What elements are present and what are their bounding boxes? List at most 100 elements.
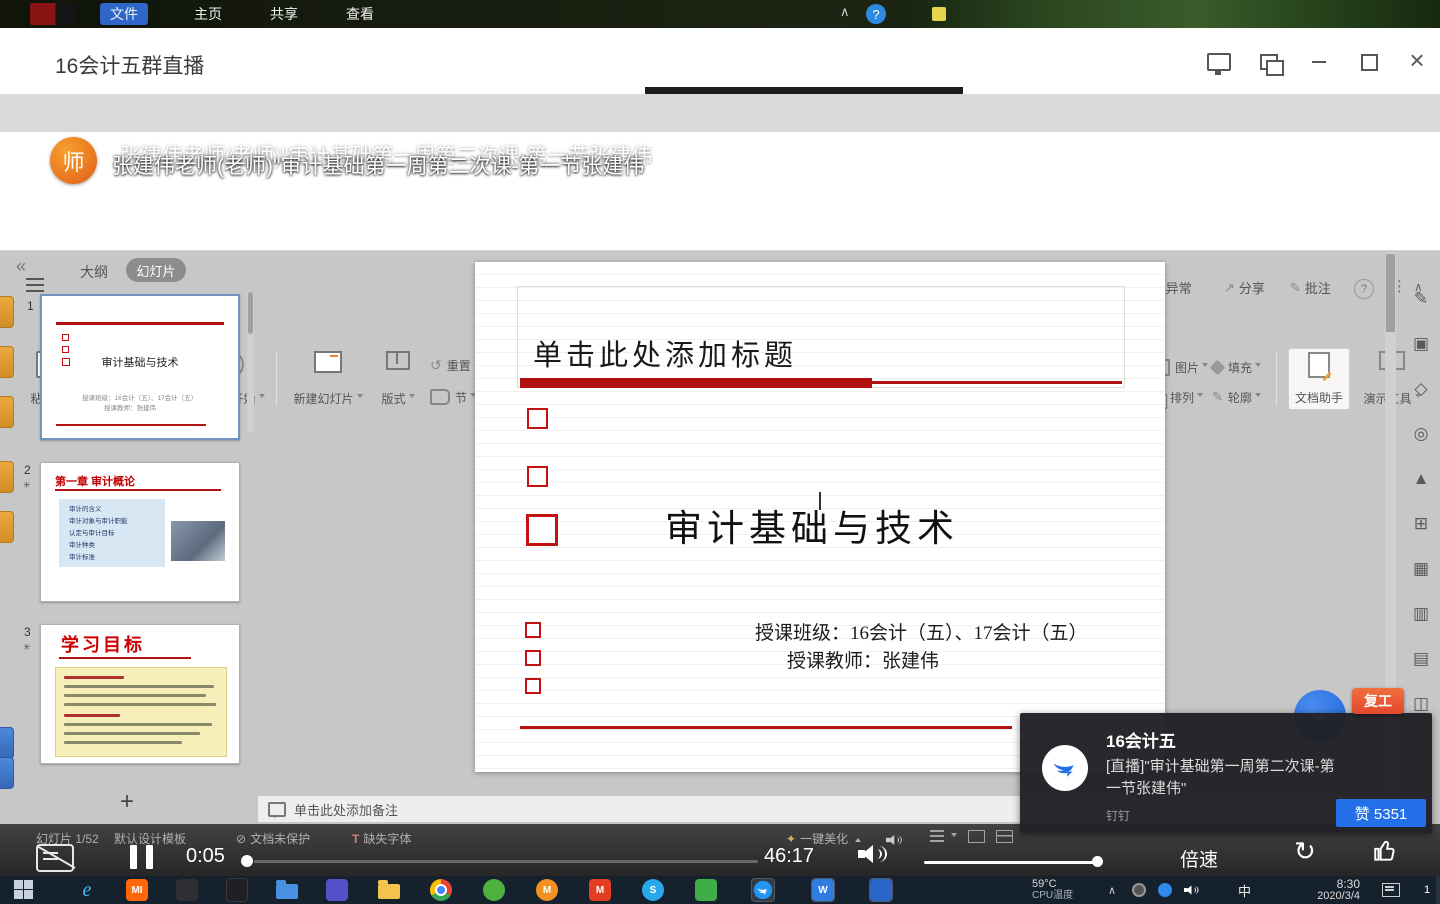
tray-icon[interactable] <box>1158 876 1172 904</box>
taskbar-app-icon[interactable] <box>483 879 505 901</box>
minimize-button[interactable] <box>1305 48 1333 76</box>
subtitle-toggle-icon[interactable] <box>36 844 74 872</box>
slide-thumbnail-1[interactable]: 审计基础与技术 授课班级：16会计（五）、17会计（五） 授课教师：张建伟 <box>40 294 240 440</box>
taskbar-app-icon[interactable]: M <box>589 879 611 901</box>
mini-window-icon[interactable] <box>1205 48 1233 76</box>
transition-panel-icon[interactable]: ▲ <box>1406 464 1436 494</box>
chart-panel-icon[interactable]: ▥ <box>1406 599 1436 629</box>
taskbar-app-icon[interactable] <box>326 879 348 901</box>
slide-sorter-icon[interactable] <box>996 830 1013 843</box>
clock-widget[interactable]: 8:30 2020/3/4 <box>1300 876 1360 904</box>
menu-view[interactable]: 查看 <box>336 3 384 25</box>
new-slide-button[interactable]: 新建幻灯片 <box>288 348 368 410</box>
normal-view-icon[interactable] <box>968 830 985 843</box>
ime-indicator[interactable]: 中 <box>1238 876 1251 904</box>
menu-file[interactable]: 文件 <box>100 3 148 25</box>
resume-work-badge[interactable]: 复工 <box>1352 688 1404 714</box>
taskbar-app-dingtalk-icon[interactable] <box>752 879 774 901</box>
taskbar-app-mi-icon[interactable]: MI <box>126 879 148 901</box>
tray-icon[interactable] <box>1132 876 1146 904</box>
taskbar-folder-blue-icon[interactable] <box>276 879 298 901</box>
add-slide-button[interactable]: + <box>120 788 134 816</box>
target-panel-icon[interactable]: ◎ <box>1406 419 1436 449</box>
view-menu-icon[interactable] <box>930 830 957 842</box>
outline-button[interactable]: ✎ 轮廓 <box>1212 386 1261 408</box>
pip-icon[interactable] <box>1255 48 1283 76</box>
list-panel-icon[interactable]: ▤ <box>1406 644 1436 674</box>
doc-assistant-button[interactable]: 文档助手 <box>1288 348 1350 410</box>
edge-tab[interactable] <box>0 511 14 543</box>
progress-track[interactable] <box>254 860 758 863</box>
taskbar-app-icon[interactable] <box>695 879 717 901</box>
volume-handle[interactable] <box>1092 856 1103 867</box>
annotate-pen-icon[interactable]: ✎ <box>1406 284 1436 314</box>
rotate-icon[interactable]: ↻ <box>1294 836 1316 867</box>
taskbar-app-ie-icon[interactable]: e <box>76 879 98 901</box>
share-button[interactable]: ↗ 分享 <box>1224 278 1265 297</box>
hamburger-menu-icon[interactable] <box>26 278 44 292</box>
slide-class-line[interactable]: 授课班级：16会计（五）、17会计（五） <box>755 618 1088 645</box>
grid-panel-icon[interactable]: ▦ <box>1406 554 1436 584</box>
progress-handle[interactable] <box>241 855 253 867</box>
slide-checkbox <box>525 650 541 666</box>
layout-button[interactable]: 版式 <box>372 348 424 410</box>
edge-tab[interactable] <box>0 727 14 759</box>
edge-tab[interactable] <box>0 461 14 493</box>
likes-badge[interactable]: 赞 5351 <box>1336 799 1426 827</box>
volume-track[interactable] <box>924 861 1096 864</box>
close-button[interactable]: × <box>1403 46 1431 74</box>
status-sound-icon[interactable] <box>886 830 916 850</box>
slide-canvas[interactable]: 单击此处添加标题 审计基础与技术 授课班级：16会计（五）、17会计（五） 授课… <box>475 262 1165 772</box>
slide-thumbnail-2[interactable]: 第一章 审计概论 审计的含义 审计对象与审计职能 认定与审计目标 审计种类 审计… <box>40 462 240 602</box>
table-panel-icon[interactable]: ⊞ <box>1406 509 1436 539</box>
slide-thumbnail-3[interactable]: 学习目标 <box>40 624 240 764</box>
shape-panel-icon[interactable]: ◇ <box>1406 374 1436 404</box>
tab-outline[interactable]: 大纲 <box>80 262 108 282</box>
taskbar-folder-icon[interactable] <box>378 879 400 901</box>
reset-button[interactable]: ↺ 重置 <box>430 354 471 376</box>
canvas-scrollbar-thumb[interactable] <box>1386 254 1395 332</box>
comment-button[interactable]: ✎ 批注 <box>1290 278 1331 297</box>
taskbar-app-icon[interactable] <box>870 879 892 901</box>
taskbar-app-icon[interactable] <box>226 879 248 901</box>
layout-panel-icon[interactable]: ▣ <box>1406 329 1436 359</box>
taskbar-app-skype-icon[interactable]: S <box>642 879 664 901</box>
menu-home[interactable]: 主页 <box>184 3 232 25</box>
status-protection[interactable]: ⊘ 文档未保护 <box>236 830 310 847</box>
video-watermark: 张建伟老师(老师)"审计基础第一周第二次课-第一节张建伟 <box>112 150 644 180</box>
panel-scrollbar[interactable] <box>247 292 254 432</box>
taskbar-app-wps-icon[interactable]: W <box>812 879 834 901</box>
thumbs-up-icon[interactable] <box>1372 838 1398 869</box>
taskbar-app-chrome-icon[interactable] <box>430 879 452 901</box>
taskbar-app-icon[interactable] <box>176 879 198 901</box>
taskbar-app-icon[interactable]: M <box>536 879 558 901</box>
speed-button[interactable]: 倍速 <box>1180 845 1218 872</box>
dingtalk-notification-card[interactable]: 16会计五 [直播]"审计基础第一周第二次课-第 一节张建伟" 钉钉 赞 535… <box>1020 713 1432 833</box>
pause-button[interactable] <box>118 838 162 878</box>
help-bubble[interactable]: ? <box>866 4 886 24</box>
tray-expand-icon[interactable]: ∧ <box>1108 876 1116 904</box>
title-placeholder-text[interactable]: 单击此处添加标题 <box>533 332 797 374</box>
cpu-temp-widget[interactable]: 59°C CPU温度 <box>1032 876 1073 904</box>
tray-volume-icon[interactable] <box>1184 876 1214 904</box>
help-button[interactable]: ? <box>1354 279 1374 299</box>
edge-tab[interactable] <box>0 346 14 378</box>
notification-center-icon[interactable] <box>1382 876 1400 904</box>
edge-tab[interactable] <box>0 296 14 328</box>
slide-teacher-line[interactable]: 授课教师：张建伟 <box>787 646 939 673</box>
fill-button[interactable]: 填充 <box>1212 356 1261 378</box>
edge-tab[interactable] <box>0 757 14 789</box>
edge-tab[interactable] <box>0 396 14 428</box>
section-button[interactable]: 节 <box>430 386 476 408</box>
status-missing-font[interactable]: T 缺失字体 <box>352 830 411 847</box>
collapse-panel-icon[interactable]: « <box>16 256 26 277</box>
show-desktop-button[interactable] <box>1436 876 1440 904</box>
tab-slides[interactable]: 幻灯片 <box>126 258 186 282</box>
collapse-strip-icon[interactable]: ∧ <box>840 4 850 20</box>
volume-icon[interactable] <box>858 844 888 864</box>
slide-main-title[interactable]: 审计基础与技术 <box>665 498 959 552</box>
panel-scrollbar-thumb[interactable] <box>248 292 253 334</box>
maximize-button[interactable] <box>1355 48 1383 76</box>
menu-share[interactable]: 共享 <box>260 3 308 25</box>
start-button[interactable] <box>14 880 34 900</box>
